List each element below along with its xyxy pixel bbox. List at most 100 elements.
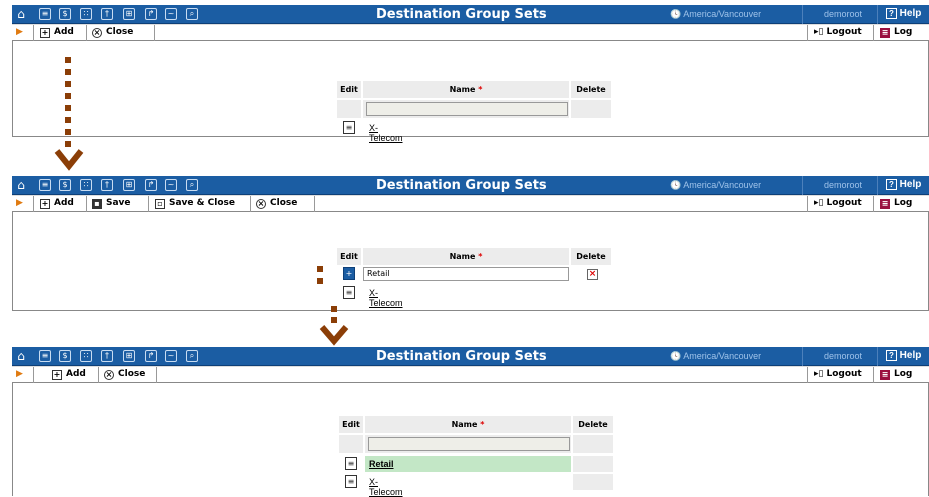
arrow-dot [331,306,337,312]
titlebar: ⌂ ≡ $ ∷ † ⊞ ↱ ~ ⌕ Destination Group Sets… [12,5,929,24]
close-label: Close [106,27,134,37]
save-row-icon[interactable]: + [343,267,355,280]
list-icon[interactable]: ≡ [39,350,51,362]
timezone-text: America/Vancouver [683,180,762,190]
dollar-icon[interactable]: $ [59,179,71,191]
chart-icon[interactable]: ~ [165,8,177,20]
route-icon[interactable]: ↱ [145,8,157,20]
log-button[interactable]: ≡ Log [880,198,912,209]
home-icon[interactable]: ⌂ [15,350,27,362]
divider [86,25,87,41]
grid-icon[interactable]: ∷ [80,179,92,191]
chart-icon[interactable]: ~ [165,350,177,362]
close-button[interactable]: × Close [256,198,297,209]
add-button[interactable]: + Add [52,369,86,380]
dollar-icon[interactable]: $ [59,350,71,362]
delete-icon[interactable]: × [587,269,598,280]
person-icon[interactable]: † [101,179,113,191]
delete-cell [573,474,613,490]
edit-icon[interactable]: ≡ [343,121,355,134]
add-label: Add [66,369,86,379]
save-close-button[interactable]: ▫ Save & Close [155,198,235,209]
filter-input[interactable] [366,102,568,116]
row-link-x-telecom[interactable]: X-Telecom [369,288,403,308]
home-icon[interactable]: ⌂ [15,8,27,20]
edit-icon[interactable]: ≡ [345,475,357,488]
log-button[interactable]: ≡ Log [880,369,912,380]
divider [154,25,155,41]
close-icon: × [104,370,114,380]
help-link[interactable]: ? Help [886,179,921,190]
arrow-dot [317,266,323,272]
plus-icon: + [40,199,50,209]
divider [802,5,803,24]
add-label: Add [54,198,74,208]
col-delete: Delete [571,248,611,265]
search-icon[interactable]: ⌕ [186,8,198,20]
route-icon[interactable]: ↱ [145,350,157,362]
panel-result: ⌂ ≡ $ ∷ † ⊞ ↱ ~ ⌕ Destination Group Sets… [12,347,929,497]
search-icon[interactable]: ⌕ [186,179,198,191]
search-icon[interactable]: ⌕ [186,350,198,362]
save-button[interactable]: ▪ Save [92,198,131,209]
add-button[interactable]: + Add [40,27,74,38]
dollar-icon[interactable]: $ [59,8,71,20]
divider [148,196,149,212]
titlebar: ⌂ ≡ $ ∷ † ⊞ ↱ ~ ⌕ Destination Group Sets… [12,176,929,195]
close-label: Close [270,198,298,208]
grid-icon[interactable]: ∷ [80,8,92,20]
name-input[interactable]: Retail [363,267,569,281]
titlebar: ⌂ ≡ $ ∷ † ⊞ ↱ ~ ⌕ Destination Group Sets… [12,347,929,366]
close-button[interactable]: × Close [92,27,133,38]
divider [877,5,878,24]
delete-cell [571,100,611,118]
arrow-dot [331,317,337,323]
row-link-retail[interactable]: Retail [369,459,394,469]
arrow-dot [65,93,71,99]
org-icon[interactable]: ⊞ [123,350,135,362]
edit-icon[interactable]: ≡ [343,286,355,299]
help-link[interactable]: ? Help [886,350,921,361]
plus-icon: + [40,28,50,38]
list-icon[interactable]: ≡ [39,179,51,191]
divider [873,196,874,212]
save-close-icon: ▫ [155,199,165,209]
logout-button[interactable]: ▸▯ Logout [814,27,862,37]
log-button[interactable]: ≡ Log [880,27,912,38]
log-icon: ≡ [880,28,890,38]
org-icon[interactable]: ⊞ [123,8,135,20]
col-name-label: Name [451,420,478,429]
divider [807,367,808,383]
timezone-link[interactable]: 🕓 America/Vancouver [670,351,761,362]
user-link[interactable]: demoroot [824,351,862,361]
divider [33,25,34,41]
help-link[interactable]: ? Help [886,8,921,19]
logout-label: Logout [826,369,862,379]
play-icon: ▶ [16,27,23,37]
required-mark: * [478,252,483,261]
required-mark: * [478,85,483,94]
logout-button[interactable]: ▸▯ Logout [814,198,862,208]
close-button[interactable]: × Close [104,369,145,380]
home-icon[interactable]: ⌂ [15,179,27,191]
page-title: Destination Group Sets [376,178,547,193]
panel-adding: ⌂ ≡ $ ∷ † ⊞ ↱ ~ ⌕ Destination Group Sets… [12,176,929,311]
filter-input[interactable] [368,437,570,451]
add-button[interactable]: + Add [40,198,74,209]
route-icon[interactable]: ↱ [145,179,157,191]
user-link[interactable]: demoroot [824,180,862,190]
edit-icon[interactable]: ≡ [345,457,357,470]
toolbar: ▶ + Add ▪ Save ▫ Save & Close × Close ▸▯ Logo… [12,195,929,212]
user-link[interactable]: demoroot [824,9,862,19]
person-icon[interactable]: † [101,350,113,362]
list-icon[interactable]: ≡ [39,8,51,20]
timezone-link[interactable]: 🕓 America/Vancouver [670,180,761,191]
row-link-x-telecom[interactable]: X-Telecom [369,123,403,143]
org-icon[interactable]: ⊞ [123,179,135,191]
person-icon[interactable]: † [101,8,113,20]
timezone-link[interactable]: 🕓 America/Vancouver [670,9,761,20]
chart-icon[interactable]: ~ [165,179,177,191]
row-link-x-telecom[interactable]: X-Telecom [369,477,403,497]
logout-button[interactable]: ▸▯ Logout [814,369,862,379]
grid-icon[interactable]: ∷ [80,350,92,362]
